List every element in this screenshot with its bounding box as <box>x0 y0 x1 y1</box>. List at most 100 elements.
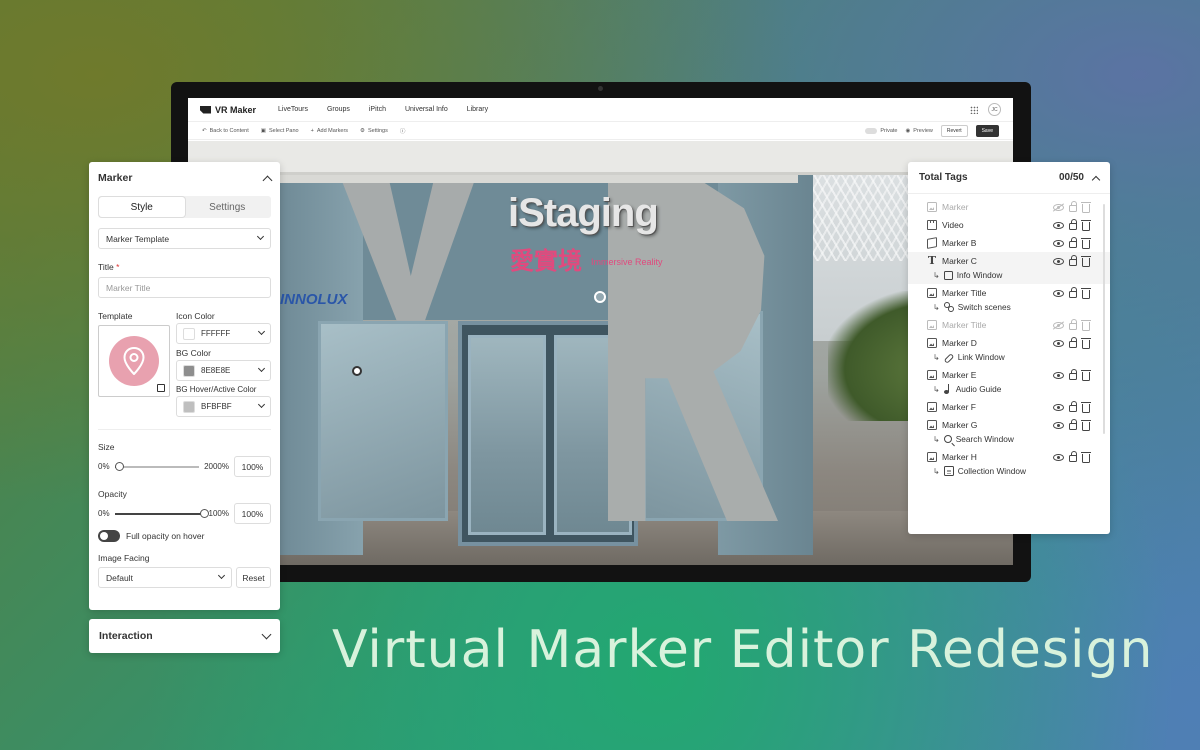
tag-item[interactable]: Marker F <box>908 398 1110 416</box>
eye-icon[interactable] <box>1053 221 1064 229</box>
tag-row[interactable]: Marker Title <box>927 286 1091 300</box>
settings-button[interactable]: ⚙ Settings <box>360 128 388 134</box>
edit-icon[interactable] <box>157 384 165 392</box>
marker-title-input[interactable]: Marker Title <box>98 277 271 298</box>
trash-icon[interactable] <box>1081 237 1091 249</box>
image-facing-select[interactable]: Default <box>98 567 232 588</box>
tag-interaction[interactable]: ↳ Info Window <box>927 268 1090 282</box>
trash-icon[interactable] <box>1081 201 1091 213</box>
reset-button[interactable]: Reset <box>236 567 271 588</box>
trash-icon[interactable] <box>1081 451 1091 463</box>
trash-icon[interactable] <box>1081 287 1091 299</box>
lock-icon[interactable] <box>1069 255 1077 266</box>
bg-hover-color-select[interactable]: BFBFBF <box>176 396 271 417</box>
avatar[interactable]: JC <box>988 103 1001 116</box>
tab-style[interactable]: Style <box>99 197 185 217</box>
lock-icon[interactable] <box>1069 201 1077 212</box>
marker-template-select[interactable]: Marker Template <box>98 228 271 249</box>
template-preview[interactable] <box>98 325 170 397</box>
tag-interaction[interactable]: ↳ Link Window <box>927 350 1090 364</box>
add-markers-button[interactable]: + Add Markers <box>311 128 348 134</box>
tag-item[interactable]: Marker B <box>908 234 1110 252</box>
lock-icon[interactable] <box>1069 419 1077 430</box>
eye-off-icon[interactable] <box>1053 203 1064 211</box>
tag-interaction[interactable]: ↳ Audio Guide <box>927 382 1090 396</box>
opacity-slider[interactable] <box>114 508 209 518</box>
tag-interaction[interactable]: ↳ Collection Window <box>927 464 1090 478</box>
eye-icon[interactable] <box>1053 403 1064 411</box>
trash-icon[interactable] <box>1081 319 1091 331</box>
lock-icon[interactable] <box>1069 369 1077 380</box>
tag-item[interactable]: Video <box>908 216 1110 234</box>
trash-icon[interactable] <box>1081 401 1091 413</box>
size-slider-handle[interactable] <box>114 461 124 471</box>
nav-groups[interactable]: Groups <box>327 106 350 113</box>
tag-item[interactable]: Marker G ↳ Search Window <box>908 416 1110 448</box>
trash-icon[interactable] <box>1081 419 1091 431</box>
opacity-slider-handle[interactable] <box>199 508 209 518</box>
icon-color-select[interactable]: FFFFFF <box>176 323 271 344</box>
tags-panel-header[interactable]: Total Tags 00/50 <box>908 162 1110 194</box>
tag-item[interactable]: T Marker C ↳ Info Window <box>908 252 1110 284</box>
eye-icon[interactable] <box>1053 453 1064 461</box>
lock-icon[interactable] <box>1069 219 1077 230</box>
tag-row[interactable]: Video <box>927 218 1091 232</box>
tag-row[interactable]: Marker Title <box>927 318 1091 332</box>
tag-row[interactable]: Marker H <box>927 450 1091 464</box>
tab-settings[interactable]: Settings <box>185 197 271 217</box>
tag-interaction[interactable]: ↳ Switch scenes <box>927 300 1090 314</box>
tag-row[interactable]: Marker G <box>927 418 1091 432</box>
interaction-panel[interactable]: Interaction <box>89 619 280 653</box>
nav-library[interactable]: Library <box>467 106 488 113</box>
size-slider[interactable] <box>114 461 200 471</box>
private-switch[interactable] <box>865 127 878 134</box>
tag-item[interactable]: Marker H ↳ Collection Window <box>908 448 1110 480</box>
chevron-up-icon[interactable] <box>1091 175 1101 184</box>
pano-marker-hotspot[interactable] <box>594 291 606 303</box>
lock-icon[interactable] <box>1069 287 1077 298</box>
pano-marker-hotspot-2[interactable] <box>352 366 362 376</box>
eye-icon[interactable] <box>1053 339 1064 347</box>
trash-icon[interactable] <box>1081 337 1091 349</box>
lock-icon[interactable] <box>1069 319 1077 330</box>
tag-row[interactable]: Marker B <box>927 236 1091 250</box>
eye-icon[interactable] <box>1053 421 1064 429</box>
eye-icon[interactable] <box>1053 371 1064 379</box>
lock-icon[interactable] <box>1069 451 1077 462</box>
trash-icon[interactable] <box>1081 369 1091 381</box>
nav-livetours[interactable]: LiveTours <box>278 106 308 113</box>
marker-panel-header[interactable]: Marker <box>89 162 280 194</box>
tag-item[interactable]: Marker <box>908 198 1110 216</box>
tag-row[interactable]: T Marker C <box>927 254 1091 268</box>
revert-button[interactable]: Revert <box>940 124 968 137</box>
apps-grid-icon[interactable] <box>970 105 978 114</box>
tag-item[interactable]: Marker Title <box>908 316 1110 334</box>
select-pano-button[interactable]: ▣ Select Pano <box>261 128 299 134</box>
panorama-viewport[interactable]: iStaging 愛實境 Immersive Reality INNOLUX <box>188 141 1013 565</box>
bg-color-select[interactable]: 8E8E8E <box>176 360 271 381</box>
trash-icon[interactable] <box>1081 255 1091 267</box>
eye-icon[interactable] <box>1053 289 1064 297</box>
info-icon[interactable]: ⓘ <box>400 127 406 135</box>
tag-list-scrollbar[interactable] <box>1103 204 1105 434</box>
tag-row[interactable]: Marker F <box>927 400 1091 414</box>
eye-icon[interactable] <box>1053 239 1064 247</box>
tag-item[interactable]: Marker D ↳ Link Window <box>908 334 1110 366</box>
tag-interaction[interactable]: ↳ Search Window <box>927 432 1090 446</box>
size-value-input[interactable]: 100% <box>234 456 271 477</box>
opacity-value-input[interactable]: 100% <box>234 503 271 524</box>
tag-row[interactable]: Marker D <box>927 336 1091 350</box>
nav-ipitch[interactable]: iPitch <box>369 106 386 113</box>
tag-item[interactable]: Marker E ↳ Audio Guide <box>908 366 1110 398</box>
tag-row[interactable]: Marker <box>927 200 1091 214</box>
lock-icon[interactable] <box>1069 237 1077 248</box>
save-button[interactable]: Save <box>975 124 999 137</box>
brand[interactable]: VR Maker <box>200 105 256 115</box>
eye-icon[interactable] <box>1053 257 1064 265</box>
lock-icon[interactable] <box>1069 337 1077 348</box>
full-opacity-toggle[interactable] <box>98 530 120 542</box>
chevron-down-icon[interactable] <box>261 629 272 639</box>
back-to-content-button[interactable]: ↶ Back to Content <box>202 128 249 134</box>
trash-icon[interactable] <box>1081 219 1091 231</box>
lock-icon[interactable] <box>1069 401 1077 412</box>
